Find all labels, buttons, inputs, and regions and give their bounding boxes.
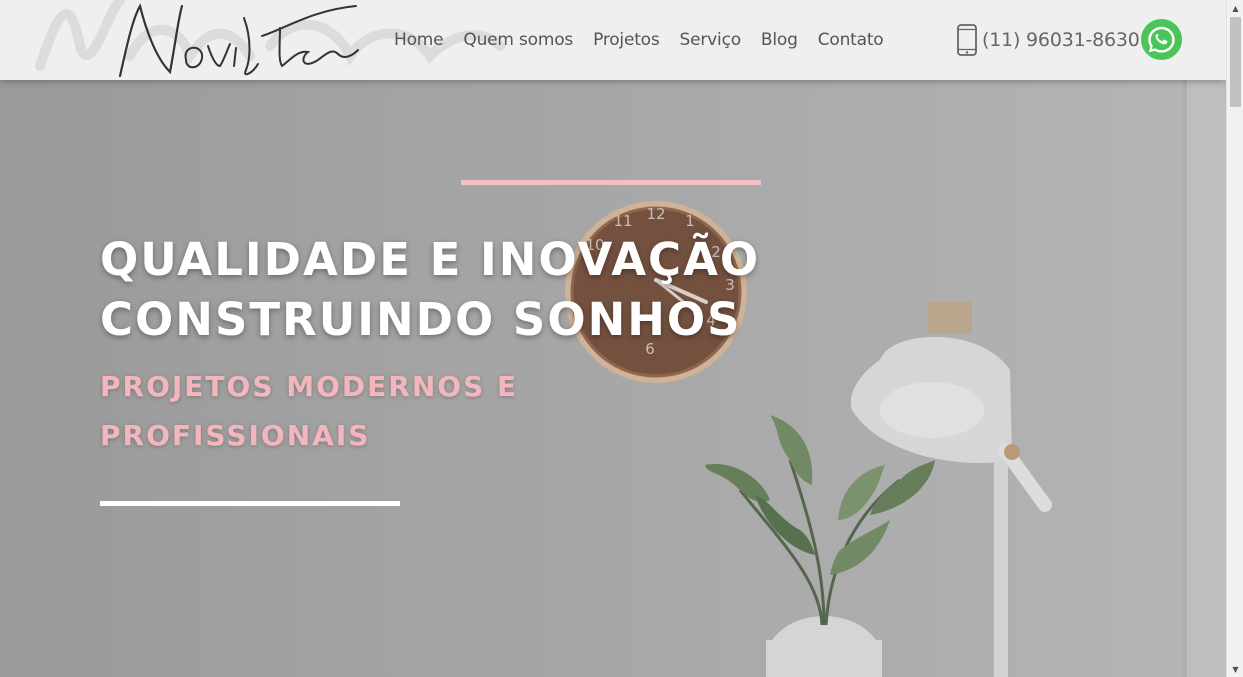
- hero-headline-line2: CONSTRUINDO SONHOS: [100, 293, 742, 346]
- accent-line-bottom: [100, 501, 400, 506]
- site-header: Home Quem somos Projetos Serviço Blog Co…: [0, 0, 1226, 80]
- nav-quem-somos[interactable]: Quem somos: [453, 30, 583, 50]
- nav-home[interactable]: Home: [384, 30, 453, 50]
- hero-headline: QUALIDADE E INOVAÇÃO CONSTRUINDO SONHOS: [100, 230, 800, 350]
- mobile-phone-icon: [957, 24, 977, 56]
- site-logo[interactable]: [112, 0, 372, 80]
- scrollbar-thumb[interactable]: [1230, 17, 1241, 107]
- scroll-down-arrow-icon[interactable]: ▼: [1227, 661, 1243, 677]
- whatsapp-icon[interactable]: [1140, 18, 1183, 61]
- nav-contato[interactable]: Contato: [808, 30, 894, 50]
- main-nav: Home Quem somos Projetos Serviço Blog Co…: [384, 30, 894, 50]
- page-scrollbar[interactable]: ▲ ▼: [1226, 0, 1243, 677]
- hero-headline-line1: QUALIDADE E INOVAÇÃO: [100, 233, 761, 286]
- nav-projetos[interactable]: Projetos: [583, 30, 669, 50]
- hero-subheadline: PROJETOS MODERNOS E PROFISSIONAIS: [100, 370, 519, 452]
- phone-contact[interactable]: (11) 96031-8630: [956, 24, 1140, 56]
- hero-banner: 12 2 3 4 6 10 11 1 QUALIDADE E INOVAÇÃO …: [0, 80, 1226, 677]
- phone-number[interactable]: (11) 96031-8630: [982, 29, 1140, 51]
- accent-line-top: [461, 180, 761, 185]
- nav-servico[interactable]: Serviço: [670, 30, 751, 50]
- scroll-up-arrow-icon[interactable]: ▲: [1227, 0, 1243, 16]
- nav-blog[interactable]: Blog: [751, 30, 808, 50]
